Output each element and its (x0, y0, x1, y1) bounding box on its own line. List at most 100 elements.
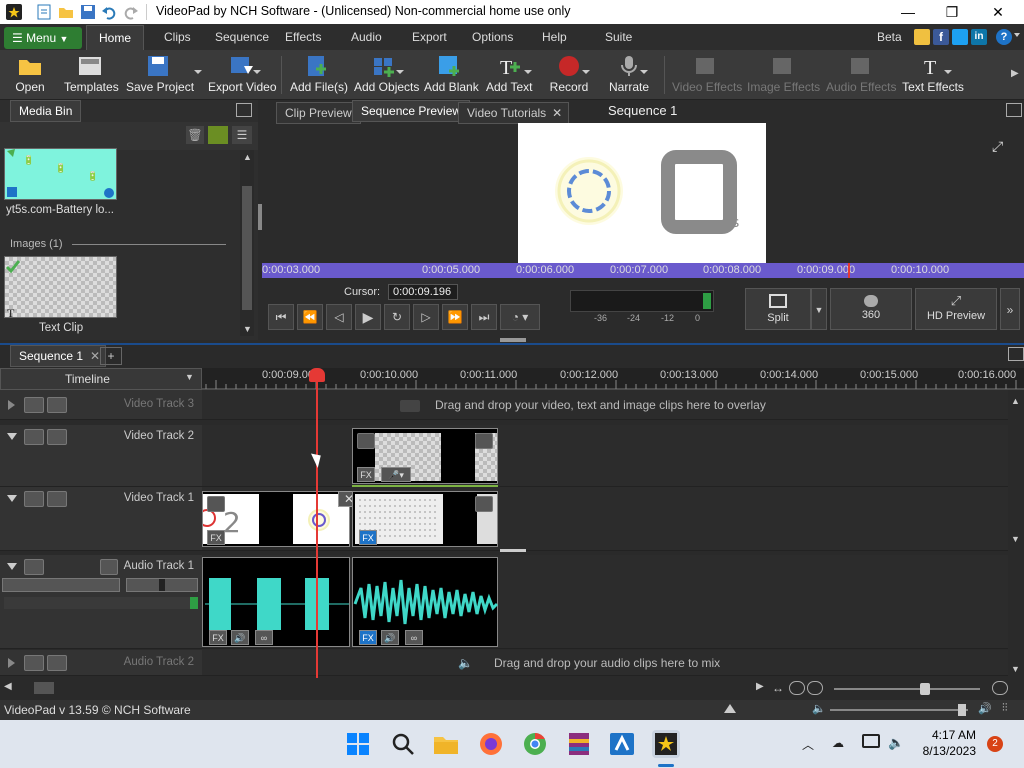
fade-out-icon[interactable] (475, 433, 493, 449)
tab-effects[interactable]: Effects (285, 30, 321, 44)
add-files-button[interactable]: Add File(s) (290, 52, 348, 98)
fade-in-icon[interactable] (357, 433, 375, 449)
volume-icon[interactable]: 🔊 (381, 630, 399, 645)
master-volume-slider[interactable] (830, 704, 968, 716)
scroll-left-icon[interactable]: ◀ (4, 681, 12, 692)
tab-media-bin[interactable]: Media Bin (10, 100, 82, 122)
collapse-track-icon[interactable] (7, 433, 17, 440)
media-clip-thumbnail[interactable]: 🔋 🔋 🔋 (4, 148, 117, 200)
hd-preview-button[interactable]: ⤢ HD Preview (915, 288, 997, 330)
help-icon[interactable]: ? (996, 29, 1012, 45)
undock-icon[interactable] (1008, 347, 1024, 361)
fade-out-icon[interactable] (475, 496, 493, 512)
clock-date[interactable]: 8/13/2023 (914, 744, 976, 758)
expand-up-icon[interactable] (724, 704, 736, 713)
track-body-audio-1[interactable]: FX 🔊 ∞ FX 🔊 ∞ (202, 555, 1008, 649)
track-body-audio-2[interactable]: 🔈 Drag and drop your audio clips here to… (202, 650, 1008, 676)
cursor-time-field[interactable]: 0:00:09.196 (388, 284, 458, 300)
fx-badge[interactable]: FX (359, 530, 377, 545)
scroll-down-icon[interactable]: ▼ (243, 324, 252, 334)
search-icon[interactable] (389, 730, 417, 758)
zoom-slider[interactable] (834, 683, 980, 695)
expand-track-icon[interactable] (8, 658, 15, 668)
next-clip-button[interactable]: ⏩ (442, 304, 468, 330)
timeline-vertical-scrollbar[interactable]: ▲ ▼ ▼ (1008, 390, 1024, 676)
panel-splitter[interactable] (500, 338, 526, 342)
cloud-icon[interactable]: ☁ (832, 736, 844, 750)
beta-label[interactable]: Beta (877, 30, 902, 44)
undo-icon[interactable] (101, 4, 117, 20)
playhead[interactable] (316, 368, 318, 678)
windows-start-icon[interactable] (344, 730, 372, 758)
people-icon[interactable] (47, 655, 67, 671)
export-video-button[interactable]: Export Video (208, 52, 277, 98)
chevron-down-icon[interactable] (194, 70, 202, 74)
split-button[interactable]: Split (745, 288, 811, 330)
linkedin-icon[interactable]: in (971, 29, 987, 45)
file-explorer-icon[interactable] (432, 730, 460, 758)
speaker-icon[interactable] (24, 655, 44, 671)
timeline-horizontal-scrollbar[interactable]: ◀ ▶ (0, 680, 770, 696)
media-bin-scrollbar[interactable]: ▲ ▼ (240, 150, 254, 336)
scroll-thumb[interactable] (34, 682, 54, 694)
step-forward-button[interactable]: ▷ (413, 304, 439, 330)
winrar-icon[interactable] (565, 730, 593, 758)
image-effects-button[interactable]: Image Effects (747, 52, 820, 98)
track-body-video-1[interactable]: 2 FX ✕ FX (202, 487, 1008, 551)
more-button[interactable]: » (1000, 288, 1020, 330)
chevron-down-icon[interactable] (582, 70, 590, 74)
playhead-handle[interactable] (309, 368, 325, 382)
collapse-track-icon[interactable] (7, 563, 17, 570)
scroll-up-icon[interactable]: ▲ (243, 152, 252, 162)
chevron-down-icon[interactable] (640, 70, 648, 74)
add-text-button[interactable]: T Add Text (486, 52, 532, 98)
zoom-out-icon[interactable] (807, 681, 823, 695)
timeline-ruler[interactable]: 0:00:09.000 0:00:10.000 0:00:11.000 0:00… (202, 368, 1024, 390)
mic-dropdown-icon[interactable]: 🎤▾ (381, 467, 411, 482)
go-to-end-button[interactable]: ⏭ (471, 304, 497, 330)
video-effects-button[interactable]: Video Effects (672, 52, 742, 98)
twitter-icon[interactable] (952, 29, 968, 45)
tab-suite[interactable]: Suite (605, 30, 632, 44)
expand-track-icon[interactable] (8, 400, 15, 410)
preview-playhead[interactable] (848, 263, 850, 278)
play-button[interactable]: ▶ (355, 304, 381, 330)
mixer-icon[interactable]: ⫶⫶ (1002, 702, 1008, 715)
add-blank-button[interactable]: Add Blank (424, 52, 479, 98)
save-icon[interactable] (80, 4, 96, 20)
close-icon[interactable]: ✕ (90, 346, 100, 366)
fit-timeline-icon[interactable]: ↔ (772, 681, 784, 695)
text-effects-button[interactable]: T Text Effects (902, 52, 964, 98)
360-button[interactable]: 360 (830, 288, 912, 330)
people-icon[interactable] (47, 491, 67, 507)
fullscreen-icon[interactable]: ⤢ (992, 138, 1008, 154)
save-project-button[interactable]: Save Project (126, 52, 194, 98)
pan-slider[interactable] (126, 578, 198, 592)
more-arrow-icon[interactable]: ▶ (1011, 68, 1019, 79)
tab-sequence[interactable]: Sequence (215, 30, 269, 44)
video-clip-1[interactable]: 2 FX (202, 491, 350, 547)
scroll-right-icon[interactable]: ▶ (756, 681, 764, 692)
tab-sequence-preview[interactable]: Sequence Preview (352, 100, 471, 122)
narrate-button[interactable]: Narrate (606, 52, 652, 98)
speaker-icon[interactable]: 🔈 (888, 735, 904, 751)
speaker-icon[interactable]: 🔈 (812, 702, 826, 715)
loop-button[interactable]: ↻ (384, 304, 410, 330)
playback-speed-button[interactable]: ◔ ▾ (500, 304, 540, 330)
people-icon[interactable] (47, 397, 67, 413)
scroll-thumb[interactable] (242, 186, 252, 310)
trash-icon[interactable]: 🗑 (186, 126, 204, 144)
tab-clips[interactable]: Clips (164, 30, 191, 44)
close-button[interactable]: ✕ (988, 2, 1008, 22)
volume-icon[interactable]: 🔊 (231, 630, 249, 645)
scroll-down-icon[interactable]: ▼ (1011, 664, 1020, 674)
tab-home[interactable]: Home (86, 25, 145, 50)
menu-button[interactable]: ☰ Menu ▼ (4, 27, 82, 49)
fx-badge[interactable]: FX (357, 467, 375, 482)
track-resize-handle[interactable] (500, 549, 526, 552)
zoom-in-icon[interactable] (992, 681, 1008, 695)
tab-sequence-1[interactable]: Sequence 1 ✕ (10, 345, 107, 367)
list-view-icon[interactable]: ☰ (232, 126, 252, 144)
master-volume-thumb[interactable] (958, 704, 966, 716)
close-icon[interactable]: ✕ (552, 103, 562, 123)
